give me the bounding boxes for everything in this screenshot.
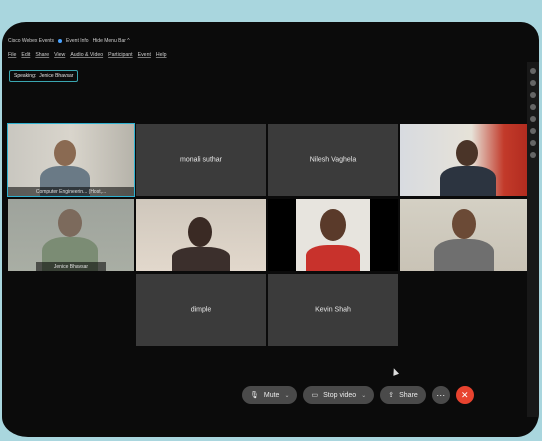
panel-icon[interactable] bbox=[530, 80, 536, 86]
app-title: Cisco Webex Events bbox=[8, 38, 55, 44]
participant-video bbox=[320, 209, 346, 241]
share-label: Share bbox=[399, 391, 418, 399]
tile-caption: Computer Engineerin... (Host,... bbox=[8, 187, 134, 196]
panel-icon[interactable] bbox=[530, 68, 536, 74]
chevron-down-icon[interactable]: ⌄ bbox=[361, 392, 366, 399]
menu-bar: File Edit Share View Audio & Video Parti… bbox=[2, 50, 539, 60]
menu-event[interactable]: Event bbox=[138, 52, 151, 58]
video-camera-icon: ▭ bbox=[311, 392, 319, 399]
participant-name: Nilesh Vaghela bbox=[309, 156, 357, 164]
chevron-down-icon[interactable]: ⌄ bbox=[284, 392, 289, 399]
share-icon: ⇪ bbox=[388, 392, 395, 399]
title-bar: Cisco Webex Events Event Info Hide Menu … bbox=[2, 36, 539, 46]
video-tile-participant-7[interactable] bbox=[268, 199, 398, 271]
event-info-link[interactable]: Event Info bbox=[66, 38, 89, 44]
menu-participant[interactable]: Participant bbox=[108, 52, 133, 58]
webex-window: Cisco Webex Events Event Info Hide Menu … bbox=[2, 22, 539, 437]
panel-icon[interactable] bbox=[530, 116, 536, 122]
participant-name: Kevin Shah bbox=[315, 306, 351, 314]
menu-view[interactable]: View bbox=[54, 52, 65, 58]
menu-edit[interactable]: Edit bbox=[21, 52, 30, 58]
video-tile-participant-4[interactable] bbox=[400, 124, 530, 196]
share-button[interactable]: ⇪ Share bbox=[380, 386, 426, 404]
more-icon: ··· bbox=[436, 390, 446, 400]
tile-caption: Jenice Bhavsar bbox=[36, 262, 106, 271]
mute-button[interactable]: 🎙 Mute ⌄ bbox=[242, 386, 298, 404]
video-tile-dimple[interactable]: dimple bbox=[136, 274, 266, 346]
menu-file[interactable]: File bbox=[8, 52, 16, 58]
participant-name: dimple bbox=[190, 306, 212, 314]
speaking-indicator: Speaking: Jenice Bhavsar bbox=[9, 70, 79, 82]
panel-icon[interactable] bbox=[530, 140, 536, 146]
speaking-label: Speaking: bbox=[14, 73, 37, 79]
meeting-toolbar: 🎙 Mute ⌄ ▭ Stop video ⌄ ⇪ Share ··· ✕ bbox=[242, 386, 474, 404]
video-tile-participant-8[interactable] bbox=[400, 199, 530, 271]
panel-icon[interactable] bbox=[530, 128, 536, 134]
panel-icon[interactable] bbox=[530, 92, 536, 98]
event-info-dot-icon bbox=[58, 39, 63, 43]
menu-help[interactable]: Help bbox=[156, 52, 167, 58]
close-icon: ✕ bbox=[461, 389, 469, 400]
microphone-icon: 🎙 bbox=[250, 392, 259, 399]
video-tile-nilesh[interactable]: Nilesh Vaghela bbox=[268, 124, 398, 196]
right-panel-strip bbox=[527, 62, 539, 417]
menu-share[interactable]: Share bbox=[35, 52, 49, 58]
video-tile-participant-6[interactable] bbox=[136, 199, 266, 271]
hide-menu-bar-link[interactable]: Hide Menu Bar ^ bbox=[93, 38, 130, 44]
video-tile-jenice[interactable]: Jenice Bhavsar bbox=[8, 199, 134, 271]
stop-video-button[interactable]: ▭ Stop video ⌄ bbox=[303, 386, 375, 404]
video-tile-host[interactable]: Computer Engineerin... (Host,... bbox=[7, 123, 135, 197]
participant-name: monali suthar bbox=[179, 156, 223, 164]
participant-video bbox=[54, 140, 76, 166]
mute-label: Mute bbox=[263, 391, 280, 399]
participant-video bbox=[188, 217, 212, 247]
panel-icon[interactable] bbox=[530, 104, 536, 110]
menu-audio-video[interactable]: Audio & Video bbox=[70, 52, 103, 58]
stop-video-label: Stop video bbox=[323, 391, 357, 399]
video-tile-monali[interactable]: monali suthar bbox=[136, 124, 266, 196]
leave-meeting-button[interactable]: ✕ bbox=[455, 386, 474, 404]
more-options-button[interactable]: ··· bbox=[431, 386, 450, 404]
mouse-cursor-icon bbox=[390, 367, 400, 376]
participant-video bbox=[452, 209, 476, 239]
participant-video bbox=[58, 209, 82, 237]
panel-icon[interactable] bbox=[530, 152, 536, 158]
speaking-name: Jenice Bhavsar bbox=[39, 73, 74, 79]
video-tile-kevin[interactable]: Kevin Shah bbox=[268, 274, 398, 346]
participant-video bbox=[456, 140, 478, 166]
